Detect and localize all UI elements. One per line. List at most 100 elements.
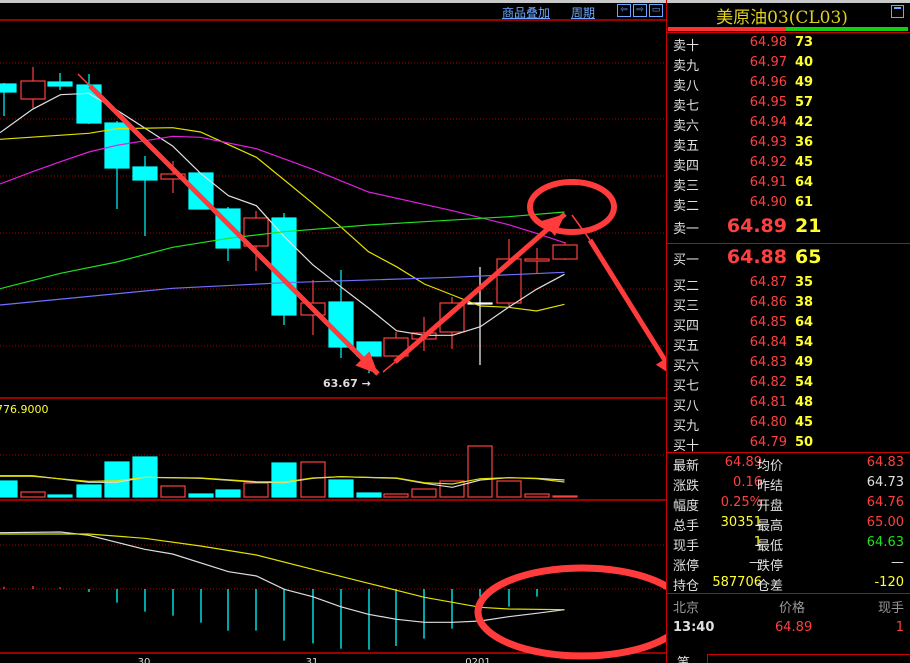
tick-header-price: 价格 [779,601,806,616]
low-price-marker: 63.67 → [323,377,371,390]
level-price: 64.96 [749,75,787,90]
order-book-row[interactable]: 买四 64.85 64 [667,313,910,334]
stat-value: 65.00 [866,515,904,530]
level-price: 64.97 [749,55,787,70]
level-label: 卖三 [673,179,700,194]
volume-bar [552,495,578,498]
date-label: 31 [306,657,319,663]
maximize-button[interactable] [891,5,904,18]
volume-bar [356,492,382,498]
order-book-row[interactable]: 卖二 64.90 61 [667,193,910,214]
stat-label: 现手 [673,539,700,554]
level-label: 买八 [673,399,700,414]
order-book-row[interactable]: 卖七 64.95 57 [667,93,910,114]
volume-bar [271,462,297,498]
volume-bar [20,491,46,498]
ask-ratio [668,27,786,31]
stat-label: 涨跌 [673,479,700,494]
level-volume: 38 [795,295,814,310]
annotation-arrow [88,84,380,376]
annotation-line [77,73,91,87]
date-label: 0201 [465,657,490,663]
level-volume: 35 [795,275,814,290]
order-book-row[interactable]: 买一 64.88 65 [667,246,910,268]
volume-bar [383,493,409,498]
order-book-row[interactable]: 买十 64.79 50 [667,433,910,454]
order-book-row[interactable]: 卖十 64.98 73 [667,33,910,54]
stat-label: 均价 [757,459,784,474]
annotation-line [382,361,396,373]
level-price: 64.87 [749,275,787,290]
level-volume: 61 [795,195,814,210]
level-volume: 57 [795,95,814,110]
level-label: 买四 [673,319,700,334]
order-book-row[interactable]: 卖三 64.91 64 [667,173,910,194]
level-label: 买六 [673,359,700,374]
tab-trades[interactable]: 笔 [667,652,705,663]
volume-bar [215,489,241,498]
order-book-row[interactable]: 卖四 64.92 45 [667,153,910,174]
stat-label: 涨停 [673,559,700,574]
level-volume: 36 [795,135,814,150]
level-volume: 64 [795,315,814,330]
stat-value: 30351 [720,515,762,530]
level-price: 64.90 [749,195,787,210]
level-volume: 45 [795,415,814,430]
order-book-row[interactable]: 卖八 64.96 49 [667,73,910,94]
volume-bar [160,485,186,498]
level-label: 买九 [673,419,700,434]
order-book-row[interactable]: 买七 64.82 54 [667,373,910,394]
order-book-row[interactable]: 买九 64.80 45 [667,413,910,434]
level-label: 卖十 [673,39,700,54]
order-book-row[interactable]: 买五 64.84 54 [667,333,910,354]
stat-label: 跌停 [757,559,784,574]
divider [667,593,910,594]
stat-value: — [891,555,904,570]
level-price: 64.88 [726,246,787,268]
chart-canvas: 63.67 → 776.9000 30 31 0201 [0,19,666,663]
quote-panel: 美原油03(CL03) 卖十 64.98 73 卖九 64.97 40 卖八 64.96 49 卖… [666,0,910,663]
candle-body [552,244,578,260]
volume-bar [411,488,437,498]
tick-volume: 1 [895,620,904,635]
level-volume: 64 [795,175,814,190]
order-book-row[interactable]: 卖五 64.93 36 [667,133,910,154]
level-volume: 49 [795,75,814,90]
stat-label: 仓差 [757,579,784,594]
level-label: 卖一 [673,222,700,237]
order-book-row[interactable]: 卖九 64.97 40 [667,53,910,74]
order-book-row[interactable]: 卖六 64.94 42 [667,113,910,134]
level-price: 64.89 [726,215,787,237]
stat-value: 64.76 [866,495,904,510]
level-price: 64.79 [749,435,787,450]
level-price: 64.94 [749,115,787,130]
candle-body [524,258,550,262]
order-book-row[interactable]: 卖一 64.89 21 [667,215,910,237]
kline-chart[interactable]: 商品叠加 周期 ⇦ ⇨ ▭ 63.67 → 776.9000 30 31 0201 [0,0,666,663]
annotation-arrow [587,238,666,367]
stat-label: 总手 [673,519,700,534]
instrument-title: 美原油03(CL03) [716,8,848,28]
level-label: 买七 [673,379,700,394]
stat-value: 64.73 [866,475,904,490]
order-book-row[interactable]: 买六 64.83 49 [667,353,910,374]
level-price: 64.85 [749,315,787,330]
stat-label: 开盘 [757,499,784,514]
order-book-row[interactable]: 买二 64.87 35 [667,273,910,294]
candle-body [132,166,158,181]
stat-label: 最新 [673,459,700,474]
stat-value: 64.83 [866,455,904,470]
level-price: 64.81 [749,395,787,410]
tick-price: 64.89 [775,620,813,635]
stat-value: 64.63 [866,535,904,550]
order-book-row[interactable]: 买三 64.86 38 [667,293,910,314]
order-book-row[interactable]: 买八 64.81 48 [667,393,910,414]
volume-bar [0,480,18,498]
tick-header-time: 北京 [673,601,700,616]
level-label: 卖四 [673,159,700,174]
stat-value: 587706 [712,575,762,590]
stat-label: 最高 [757,519,784,534]
stat-label: 持仓 [673,579,700,594]
level-label: 买一 [673,253,700,268]
volume-bar [496,480,522,498]
